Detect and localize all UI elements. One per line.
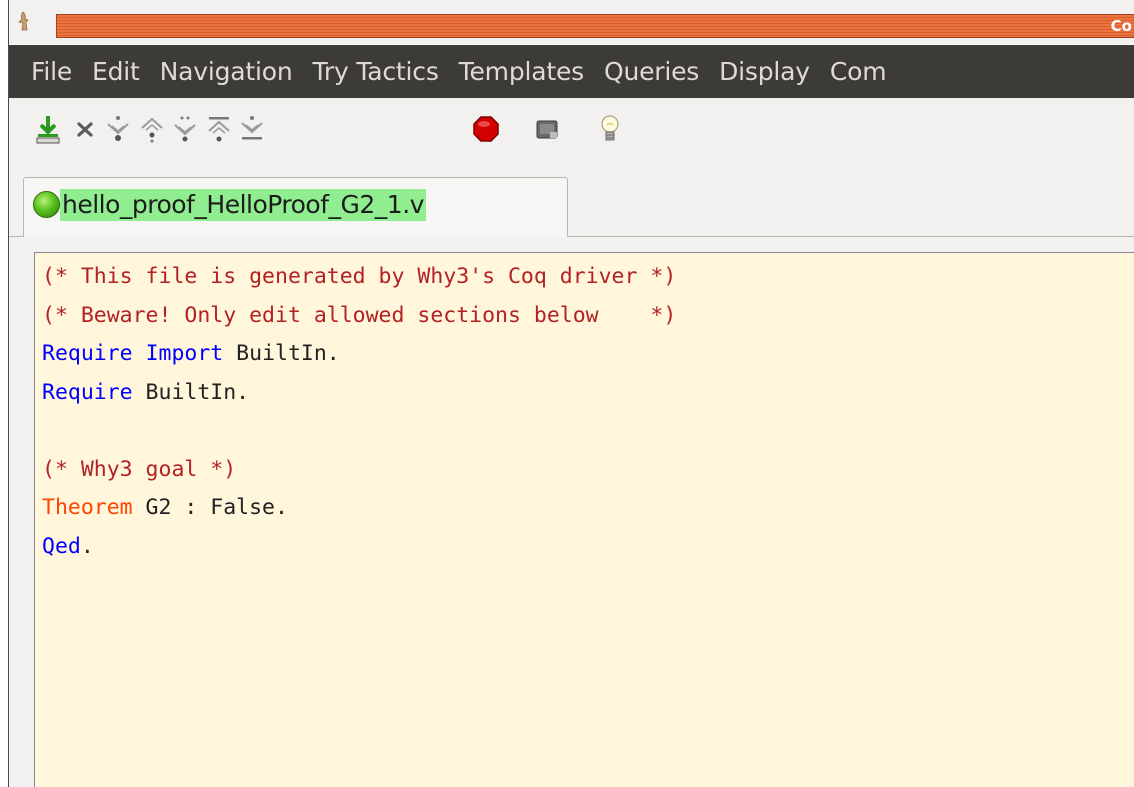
code-token-keyword: Import	[145, 341, 224, 366]
code-token-comment: (* Beware! Only edit allowed sections be…	[42, 302, 677, 328]
code-line[interactable]: (* Beware! Only edit allowed sections be…	[42, 297, 676, 336]
app-icon	[16, 11, 32, 31]
code-line[interactable]: Require BuiltIn.	[42, 374, 676, 413]
code-token-keyword: Require	[42, 379, 133, 405]
proved-status-icon	[33, 191, 60, 218]
close-icon	[77, 122, 93, 137]
tab-label: hello_proof_HelloProof_G2_1.v	[60, 189, 426, 221]
window-title-strip[interactable]: Co	[56, 14, 1134, 38]
save-icon	[36, 116, 60, 144]
window-title: Co	[1110, 17, 1132, 35]
go-to-cursor-icon	[174, 116, 196, 142]
code-line[interactable]	[42, 412, 676, 451]
go-to-cursor-button[interactable]	[170, 112, 200, 146]
stop-button[interactable]	[471, 112, 501, 146]
backward-one-step-icon	[141, 117, 163, 143]
menu-bar: File Edit Navigation Try Tactics Templat…	[9, 45, 1134, 98]
go-to-end-icon	[241, 116, 263, 140]
code-token-plain: BuiltIn.	[223, 341, 340, 366]
code-line[interactable]: Qed.	[42, 528, 676, 567]
code-token-plain: BuiltIn.	[132, 379, 250, 405]
menu-templates[interactable]: Templates	[459, 57, 585, 86]
code-token-comment: (* This file is generated by Why3's Coq …	[42, 264, 677, 289]
hint-button[interactable]	[595, 112, 625, 146]
code-line[interactable]: Require Import BuiltIn.	[42, 335, 676, 374]
code-token-theorem: Theorem	[42, 495, 133, 520]
forward-one-step-icon	[107, 116, 129, 141]
code-line[interactable]: (* Why3 goal *)	[42, 451, 676, 490]
code-token-keyword: Qed	[42, 533, 81, 559]
hint-lightbulb-icon	[601, 115, 619, 141]
save-button[interactable]	[33, 112, 63, 146]
menu-compile[interactable]: Com	[830, 57, 887, 86]
code-token-plain: G2 : False.	[132, 495, 288, 520]
menu-navigation[interactable]: Navigation	[160, 57, 293, 86]
code-token-plain: .	[80, 533, 94, 559]
code-line[interactable]: (* This file is generated by Why3's Coq …	[42, 258, 676, 297]
code-token-keyword: Require	[42, 341, 133, 366]
go-to-start-icon	[208, 117, 230, 142]
forward-one-step-button[interactable]	[103, 112, 133, 146]
menu-try-tactics[interactable]: Try Tactics	[313, 57, 439, 86]
query-pane-icon	[536, 120, 558, 139]
go-to-start-button[interactable]	[204, 112, 234, 146]
go-to-end-button[interactable]	[237, 112, 267, 146]
code-content[interactable]: (* This file is generated by Why3's Coq …	[42, 258, 676, 566]
close-button[interactable]	[70, 112, 100, 146]
code-token-comment: (* Why3 goal *)	[42, 456, 237, 482]
query-pane-button[interactable]	[532, 112, 562, 146]
stop-icon	[473, 116, 499, 142]
code-line[interactable]: Theorem G2 : False.	[42, 489, 676, 528]
menu-edit[interactable]: Edit	[92, 57, 140, 86]
backward-one-step-button[interactable]	[137, 112, 167, 146]
menu-display[interactable]: Display	[719, 57, 810, 86]
menu-queries[interactable]: Queries	[604, 57, 699, 86]
menu-file[interactable]: File	[31, 57, 72, 86]
